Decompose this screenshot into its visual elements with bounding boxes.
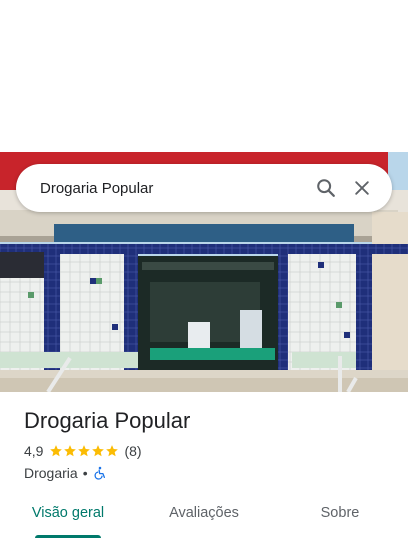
close-button[interactable] (344, 170, 380, 206)
star-icon (50, 445, 63, 457)
review-count[interactable]: (8) (124, 443, 141, 459)
search-button[interactable] (308, 170, 344, 206)
star-icon (78, 445, 91, 457)
close-icon (355, 181, 369, 195)
tab-overview[interactable]: Visão geral (0, 494, 136, 538)
place-title: Drogaria Popular (24, 408, 191, 433)
place-tabs: Visão geral Avaliações Sobre (0, 494, 408, 538)
tab-about[interactable]: Sobre (272, 494, 408, 538)
star-icon (106, 445, 119, 457)
place-info: Drogaria Popular 4,9 (8) Drogaria • (24, 408, 394, 481)
place-category: Drogaria (24, 465, 78, 481)
category-row: Drogaria • (24, 465, 394, 481)
wheelchair-icon (94, 466, 105, 480)
rating-row[interactable]: 4,9 (8) (24, 443, 394, 459)
search-input[interactable]: Drogaria Popular (40, 180, 308, 197)
separator: • (82, 465, 88, 481)
search-icon (317, 179, 335, 197)
star-icon (64, 445, 77, 457)
tab-reviews[interactable]: Avaliações (136, 494, 272, 538)
star-rating (49, 444, 119, 458)
star-icon (92, 445, 105, 457)
rating-value: 4,9 (24, 443, 44, 459)
search-bar[interactable]: Drogaria Popular (16, 164, 392, 212)
